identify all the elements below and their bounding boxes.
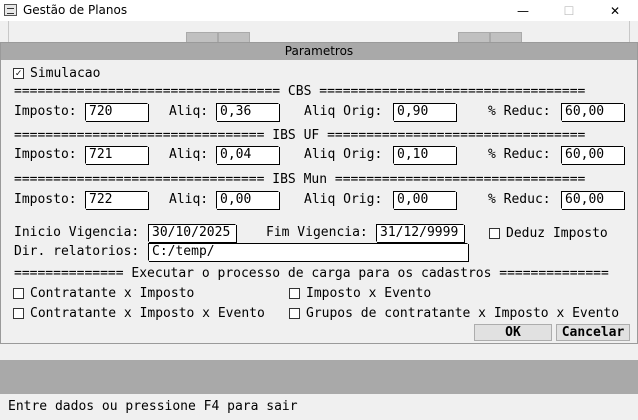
dir-relatorios-field[interactable]: C:/temp/ (148, 243, 468, 261)
opt-grupos-contratante-label: Grupos de contratante x Imposto x Evento (306, 306, 620, 321)
ibs-uf-imposto-label: Imposto: (14, 147, 77, 162)
cbs-aliq-orig-field[interactable]: 0,90 (393, 103, 456, 121)
ibs-uf-aliq-orig-field[interactable]: 0,10 (393, 146, 456, 164)
ibs-mun-imposto-label: Imposto: (14, 192, 77, 207)
ibs-mun-section-header: ================================ IBS Mun… (14, 172, 586, 187)
ibs-uf-reduc-label: % Reduc: (488, 147, 551, 162)
opt-contratante-imposto-label: Contratante x Imposto (30, 286, 195, 301)
ibs-mun-aliq-orig-field[interactable]: 0,00 (393, 191, 456, 209)
minimize-button[interactable]: — (500, 0, 546, 21)
opt-imposto-evento-label: Imposto x Evento (306, 286, 432, 301)
cbs-reduc-field[interactable]: 60,00 (561, 103, 624, 121)
ibs-mun-aliq-label: Aliq: (169, 192, 209, 207)
ibs-uf-section-header: ================================ IBS UF … (14, 128, 586, 143)
opt-contratante-imposto-evento-checkbox[interactable] (13, 308, 24, 319)
fim-vigencia-label: Fim Vigencia: (266, 225, 368, 240)
window-title: Gestão de Planos (23, 3, 128, 17)
inicio-vigencia-field[interactable]: 30/10/2025 (148, 224, 236, 242)
ibs-uf-reduc-field[interactable]: 60,00 (561, 146, 624, 164)
dir-relatorios-label: Dir. relatorios: (14, 244, 140, 259)
background-panel (0, 360, 638, 394)
ibs-uf-aliq-label: Aliq: (169, 147, 209, 162)
cbs-section-header: ================================== CBS =… (14, 84, 586, 99)
background-frame (8, 21, 630, 43)
ibs-mun-reduc-label: % Reduc: (488, 192, 551, 207)
ibs-mun-aliq-orig-label: Aliq Orig: (304, 192, 383, 207)
cancel-button[interactable]: Cancelar (556, 324, 630, 341)
ibs-uf-imposto-field[interactable]: 721 (85, 146, 148, 164)
simulacao-checkbox[interactable]: ✓ (13, 68, 24, 79)
ibs-mun-imposto-field[interactable]: 722 (85, 191, 148, 209)
dialog-title: Parametros (1, 43, 637, 60)
cbs-imposto-field[interactable]: 720 (85, 103, 148, 121)
cbs-aliq-orig-label: Aliq Orig: (304, 104, 383, 119)
ibs-uf-aliq-field[interactable]: 0,04 (216, 146, 279, 164)
ibs-mun-reduc-field[interactable]: 60,00 (561, 191, 624, 209)
maximize-button[interactable]: ☐ (546, 0, 592, 21)
ok-button[interactable]: OK (474, 324, 552, 341)
status-message: Entre dados ou pressione F4 para sair (8, 399, 298, 414)
opt-contratante-imposto-checkbox[interactable] (13, 288, 24, 299)
deduz-imposto-label: Deduz Imposto (506, 226, 608, 241)
opt-imposto-evento-checkbox[interactable] (289, 288, 300, 299)
cbs-aliq-label: Aliq: (169, 104, 209, 119)
deduz-imposto-checkbox[interactable] (489, 228, 500, 239)
simulacao-label: Simulacao (30, 66, 101, 81)
inicio-vigencia-label: Inicio Vigencia: (14, 225, 140, 240)
fim-vigencia-field[interactable]: 31/12/9999 (376, 224, 464, 242)
opt-grupos-contratante-checkbox[interactable] (289, 308, 300, 319)
cbs-imposto-label: Imposto: (14, 104, 77, 119)
ibs-uf-aliq-orig-label: Aliq Orig: (304, 147, 383, 162)
opt-contratante-imposto-evento-label: Contratante x Imposto x Evento (30, 306, 265, 321)
ibs-mun-aliq-field[interactable]: 0,00 (216, 191, 279, 209)
close-button[interactable]: ✕ (592, 0, 638, 21)
carga-section-header: ============== Executar o processo de ca… (14, 266, 609, 281)
cbs-reduc-label: % Reduc: (488, 104, 551, 119)
app-icon (4, 4, 17, 16)
cbs-aliq-field[interactable]: 0,36 (216, 103, 279, 121)
